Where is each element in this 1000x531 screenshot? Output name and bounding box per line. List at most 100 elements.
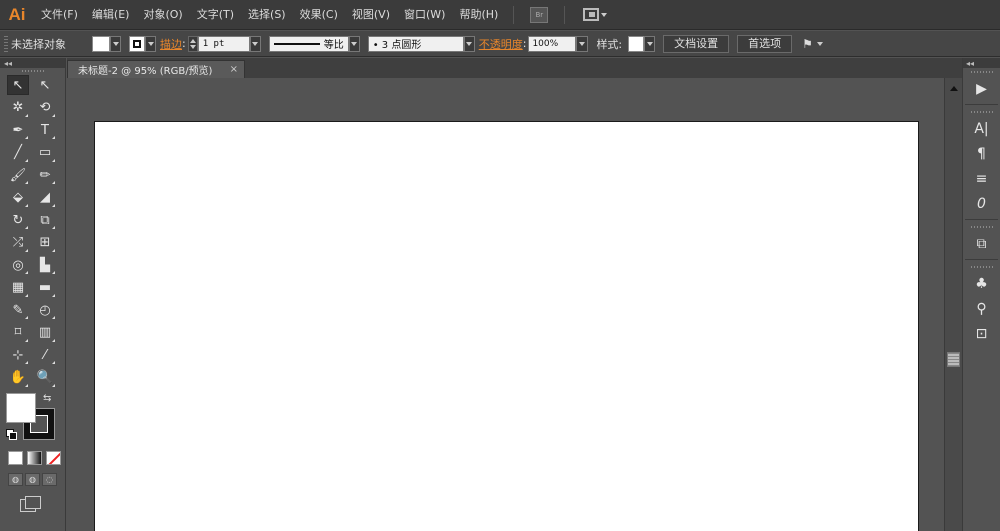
perspective-grid-tool[interactable]: ▙ — [34, 255, 56, 275]
symbols-panel-icon[interactable]: ♣ — [963, 271, 1000, 296]
eyedropper-tool[interactable]: ✎ — [7, 300, 29, 320]
opacity-link[interactable]: 不透明度 — [479, 36, 523, 52]
chevron-down-icon — [147, 41, 154, 46]
document-tab[interactable]: 未标题-2 @ 95% (RGB/预览) × — [67, 60, 245, 78]
stroke-dropdown[interactable] — [145, 35, 156, 52]
stroke-weight-stepper[interactable] — [187, 35, 198, 52]
menu-object[interactable]: 对象(O) — [136, 0, 189, 30]
hand-icon: ✋ — [9, 370, 27, 386]
fill-color-box[interactable] — [6, 393, 36, 423]
draw-normal-button[interactable]: ◍ — [8, 473, 23, 486]
panel-grip[interactable] — [963, 263, 1000, 271]
menu-select[interactable]: 选择(S) — [241, 0, 293, 30]
menu-window[interactable]: 窗口(W) — [397, 0, 452, 30]
menu-file[interactable]: 文件(F) — [34, 0, 85, 30]
artboard[interactable] — [94, 121, 919, 531]
character-panel-icon[interactable]: A| — [963, 116, 1000, 141]
stroke-weight-dropdown[interactable] — [249, 35, 261, 52]
align-panel-icon[interactable]: ≡ — [963, 166, 1000, 191]
opentype-panel-icon[interactable]: 0 — [963, 191, 1000, 216]
actions-panel-icon[interactable]: ▶ — [963, 76, 1000, 101]
stroke-swatch[interactable] — [129, 35, 145, 52]
column-graph-tool[interactable]: ▥ — [34, 323, 56, 343]
rectangle-tool[interactable]: ▭ — [34, 143, 56, 163]
close-icon[interactable]: × — [230, 64, 238, 75]
draw-behind-button[interactable]: ◍ — [25, 473, 40, 486]
blob-brush-tool[interactable]: ⬙ — [7, 188, 29, 208]
color-mode-button[interactable] — [8, 451, 23, 465]
default-fill-stroke-icon[interactable] — [6, 429, 17, 440]
line-segment-tool[interactable]: ╱ — [7, 143, 29, 163]
menu-edit[interactable]: 编辑(E) — [85, 0, 137, 30]
slice-tool[interactable]: ⁄ — [34, 345, 56, 365]
stroke-profile-dropdown[interactable] — [348, 35, 360, 52]
app-logo: Ai — [8, 4, 26, 24]
brush-definition-select[interactable]: • 3 点圆形 — [367, 35, 464, 52]
screen-mode-button[interactable] — [20, 496, 42, 512]
links-panel-icon[interactable]: ⚲ — [963, 296, 1000, 321]
scrollbar-thumb[interactable] — [947, 352, 960, 367]
document-setup-button[interactable]: 文档设置 — [663, 34, 730, 53]
graphic-style-dropdown[interactable] — [644, 35, 656, 52]
swap-fill-stroke-icon[interactable]: ⇆ — [43, 393, 51, 404]
selection-tool[interactable]: ↖ — [7, 75, 29, 96]
type-tool[interactable]: T — [34, 120, 56, 140]
symbol-sprayer-tool[interactable]: ⌑ — [7, 323, 29, 343]
pencil-tool[interactable]: ✏ — [34, 165, 56, 185]
gradient-tool[interactable]: ▬ — [34, 278, 56, 298]
panel-grip[interactable] — [963, 223, 1000, 231]
menu-help[interactable]: 帮助(H) — [452, 0, 505, 30]
bridge-button[interactable]: Br — [530, 6, 549, 23]
artboards-panel-icon[interactable]: ⊡ — [963, 321, 1000, 346]
none-mode-button[interactable] — [46, 451, 61, 465]
panel-grip[interactable] — [963, 108, 1000, 116]
gradient-mode-button[interactable] — [27, 451, 42, 465]
rotate-icon: ↻ — [12, 212, 24, 228]
opacity-field[interactable]: 100% — [528, 35, 577, 52]
paragraph-panel-icon[interactable]: ¶ — [963, 141, 1000, 166]
panel-grip[interactable] — [4, 35, 8, 52]
stroke-profile-select[interactable]: 等比 — [268, 35, 349, 52]
stroke-swatch-icon — [133, 39, 141, 48]
chevron-down-icon — [601, 12, 608, 17]
control-panel-menu-button[interactable]: ⚑ — [802, 37, 823, 51]
pen-tool[interactable]: ✒ — [7, 120, 29, 140]
brush-dropdown[interactable] — [463, 35, 475, 52]
preferences-button[interactable]: 首选项 — [737, 34, 793, 53]
shape-builder-tool[interactable]: ◎ — [7, 255, 29, 275]
width-tool[interactable]: ⤮ — [7, 233, 29, 253]
mesh-tool[interactable]: ▦ — [7, 278, 29, 298]
eraser-tool[interactable]: ◢ — [34, 188, 56, 208]
scale-tool[interactable]: ⧉ — [34, 210, 56, 230]
grip-lines — [970, 71, 993, 73]
panel-grip[interactable] — [963, 68, 1000, 76]
arrange-documents-button[interactable] — [583, 8, 608, 21]
graphic-style-swatch[interactable] — [628, 35, 645, 52]
fill-dropdown[interactable] — [110, 35, 121, 52]
blob-brush-icon: ⬙ — [13, 190, 23, 206]
blend-tool[interactable]: ◴ — [34, 300, 56, 320]
lasso-tool[interactable]: ⟲ — [34, 98, 56, 118]
style-label: 样式: — [596, 37, 623, 51]
fill-swatch[interactable] — [92, 35, 110, 52]
hand-tool[interactable]: ✋ — [7, 368, 29, 388]
menu-type[interactable]: 文字(T) — [190, 0, 241, 30]
artboard-tool[interactable]: ⊹ — [7, 345, 29, 365]
stroke-link[interactable]: 描边 — [160, 36, 182, 52]
opacity-slider-button[interactable] — [576, 35, 589, 52]
paintbrush-tool[interactable]: 🖌 — [7, 165, 29, 185]
stroke-weight-field[interactable]: 1 pt — [197, 35, 250, 52]
free-transform-tool[interactable]: ⊞ — [34, 233, 56, 253]
pathfinder-panel-icon[interactable]: ⧉ — [963, 231, 1000, 256]
collapse-panel-button[interactable]: ◂◂ — [0, 58, 65, 68]
scroll-up-arrow-icon[interactable] — [950, 86, 958, 91]
vertical-scrollbar[interactable] — [944, 78, 962, 531]
zoom-tool[interactable]: 🔍 — [34, 368, 56, 388]
direct-selection-tool[interactable]: ↖ — [34, 75, 56, 95]
menu-view[interactable]: 视图(V) — [345, 0, 397, 30]
menu-effect[interactable]: 效果(C) — [293, 0, 345, 30]
rotate-tool[interactable]: ↻ — [7, 210, 29, 230]
magic-wand-tool[interactable]: ✲ — [7, 98, 29, 118]
expand-panels-button[interactable]: ◂◂ — [963, 58, 1000, 68]
draw-inside-button[interactable]: ◌ — [42, 473, 57, 486]
